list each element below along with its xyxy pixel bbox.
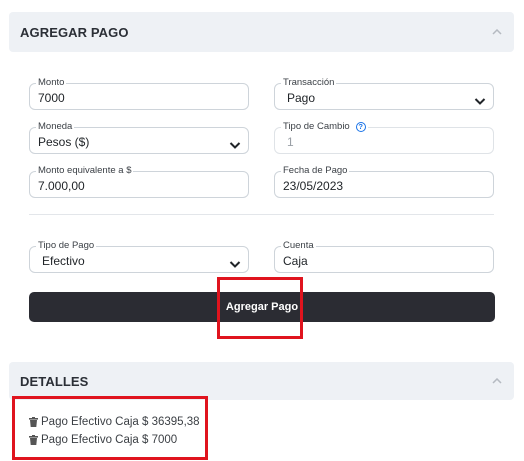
button-highlight-box [217, 277, 303, 339]
chevron-up-icon[interactable] [492, 378, 502, 384]
monto-equivalente-value: 7.000,00 [38, 179, 85, 193]
tipo-cambio-field: Tipo de Cambio ? 1 [274, 121, 494, 154]
cuenta-field[interactable]: Cuenta Caja [274, 240, 494, 273]
detalles-title: DETALLES [20, 373, 89, 389]
monto-label: Monto [36, 77, 67, 88]
tipo-pago-select[interactable]: Tipo de Pago Efectivo [29, 240, 249, 273]
chevron-down-icon [229, 137, 241, 149]
cuenta-label: Cuenta [281, 240, 316, 251]
transaccion-label: Transacción [281, 77, 337, 88]
chevron-down-icon [229, 256, 241, 268]
tipo-cambio-label-text: Tipo de Cambio [283, 121, 350, 132]
monto-field[interactable]: Monto 7000 [29, 77, 249, 110]
chevron-down-icon [474, 93, 486, 105]
chevron-up-icon[interactable] [492, 29, 502, 35]
form-divider [29, 214, 494, 215]
fecha-pago-value: 23/05/2023 [283, 179, 344, 193]
fecha-pago-field[interactable]: Fecha de Pago 23/05/2023 [274, 165, 494, 198]
tipo-cambio-label: Tipo de Cambio ? [281, 121, 368, 132]
agregar-pago-title: AGREGAR PAGO [20, 24, 129, 40]
details-highlight-box [12, 396, 208, 460]
payment-panel: AGREGAR PAGO Monto 7000 Transacción Pago… [0, 0, 524, 461]
tipo-cambio-value: 1 [287, 135, 294, 149]
detalles-header[interactable]: DETALLES [9, 362, 514, 400]
tipo-pago-value: Efectivo [42, 254, 85, 268]
monto-equivalente-field[interactable]: Monto equivalente a $ 7.000,00 [29, 165, 249, 198]
transaccion-select[interactable]: Transacción Pago [274, 77, 494, 110]
agregar-pago-header[interactable]: AGREGAR PAGO [9, 12, 514, 52]
transaccion-value: Pago [287, 91, 316, 105]
moneda-value: Pesos ($) [38, 135, 90, 149]
fecha-pago-label: Fecha de Pago [281, 165, 350, 176]
tipo-pago-label: Tipo de Pago [36, 240, 97, 251]
question-circle-icon[interactable]: ? [355, 121, 366, 132]
monto-value: 7000 [38, 91, 65, 105]
monto-equivalente-label: Monto equivalente a $ [36, 165, 134, 176]
moneda-select[interactable]: Moneda Pesos ($) [29, 121, 249, 154]
cuenta-value: Caja [283, 254, 308, 268]
moneda-label: Moneda [36, 121, 75, 132]
